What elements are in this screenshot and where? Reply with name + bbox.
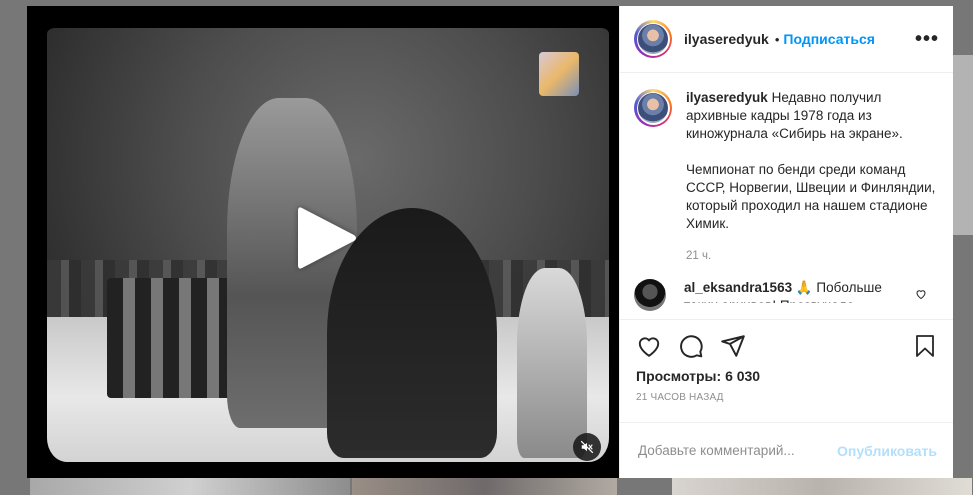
play-icon [298, 207, 356, 269]
caption-username[interactable]: ilyaseredyuk [686, 90, 768, 105]
caption-paragraph: Чемпионат по бенди среди команд СССР, Но… [686, 162, 936, 231]
paper-plane-icon [721, 335, 745, 357]
save-button[interactable] [913, 333, 937, 359]
posted-timestamp[interactable]: 21 ЧАСОВ НАЗАД [636, 392, 937, 403]
background-thumbnail [352, 478, 617, 495]
share-button[interactable] [720, 333, 746, 359]
bookmark-icon [916, 335, 934, 357]
comment-bubble-icon [680, 335, 703, 358]
comment-like-button[interactable] [915, 287, 927, 305]
views-value: 6 030 [725, 368, 761, 384]
channel-logo [539, 52, 579, 96]
view-count[interactable]: Просмотры: 6 030 [636, 368, 937, 384]
heart-icon [638, 337, 660, 357]
more-options-icon[interactable]: ••• [915, 29, 939, 49]
comments-section: ilyaseredyuk Недавно получил архивные ка… [620, 73, 953, 319]
background-thumbnail [672, 478, 972, 495]
post-actions: Просмотры: 6 030 21 ЧАСОВ НАЗАД [620, 319, 953, 422]
avatar-border [636, 22, 670, 56]
avatar-image [638, 24, 668, 54]
avatar-image [638, 93, 668, 123]
mute-toggle-button[interactable] [573, 433, 601, 461]
author-avatar[interactable] [634, 20, 672, 58]
post-modal: ilyaseredyuk • Подписаться ••• ilyasered… [27, 6, 953, 478]
like-button[interactable] [636, 333, 662, 359]
caption-author-avatar[interactable] [634, 89, 672, 127]
avatar-border [636, 91, 670, 125]
commenter-username[interactable]: al_eksandra1563 [684, 280, 792, 295]
comment-input[interactable] [636, 442, 838, 459]
follow-button[interactable]: Подписаться [783, 31, 875, 47]
comment-button[interactable] [678, 333, 704, 359]
comment-item: al_eksandra1563 🙏 Побольше таких архивов… [634, 279, 939, 311]
comment-body: al_eksandra1563 🙏 Побольше таких архивов… [684, 279, 894, 303]
separator-dot: • [774, 31, 780, 47]
post-side-panel: ilyaseredyuk • Подписаться ••• ilyasered… [619, 6, 953, 478]
background-thumbnail [30, 478, 350, 495]
commenter-avatar[interactable] [634, 279, 666, 311]
caption-timestamp[interactable]: 21 ч. [686, 247, 939, 265]
heart-icon [916, 290, 926, 300]
caption-body: ilyaseredyuk Недавно получил архивные ка… [686, 89, 939, 265]
post-caption: ilyaseredyuk Недавно получил архивные ка… [634, 89, 939, 265]
video-player[interactable] [27, 6, 619, 478]
author-username[interactable]: ilyaseredyuk [684, 31, 769, 47]
publish-button[interactable]: Опубликовать [837, 443, 937, 459]
views-label: Просмотры: [636, 368, 722, 384]
muted-speaker-icon [580, 440, 594, 454]
play-button[interactable] [292, 203, 362, 273]
caption-paragraph: ilyaseredyuk Недавно получил архивные ка… [686, 89, 939, 143]
background-thumbnail [953, 55, 973, 235]
post-header: ilyaseredyuk • Подписаться ••• [620, 6, 953, 73]
add-comment-bar: Опубликовать [620, 422, 953, 478]
action-icons-row [636, 326, 937, 366]
video-scene-player [517, 268, 587, 458]
